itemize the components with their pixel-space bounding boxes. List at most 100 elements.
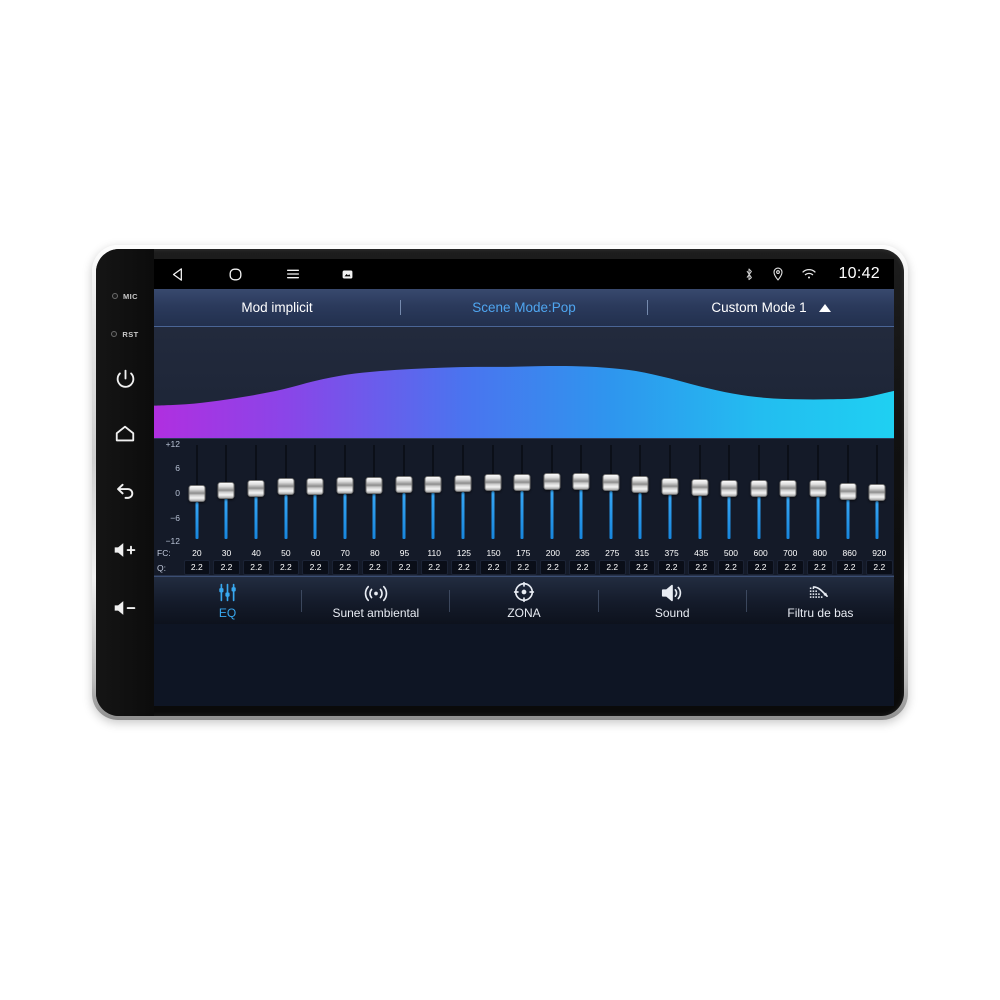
q-cell[interactable]: 2.2 <box>272 560 300 575</box>
q-cell[interactable]: 2.2 <box>598 560 626 575</box>
q-cell[interactable]: 2.2 <box>776 560 804 575</box>
back-button[interactable] <box>105 467 145 513</box>
back-icon[interactable] <box>170 266 187 283</box>
home-icon[interactable] <box>227 266 244 283</box>
rst-indicator[interactable]: RST <box>111 319 138 349</box>
eq-slider[interactable] <box>596 439 626 545</box>
slider-knob[interactable] <box>720 479 738 497</box>
eq-slider[interactable] <box>744 439 774 545</box>
slider-knob[interactable] <box>454 475 472 493</box>
eq-slider[interactable] <box>567 439 597 545</box>
fc-cell: 200 <box>545 547 560 558</box>
home-button[interactable] <box>105 411 145 457</box>
q-cell[interactable]: 2.2 <box>242 560 270 575</box>
slider-knob[interactable] <box>572 472 590 490</box>
slider-knob[interactable] <box>631 476 649 494</box>
eq-slider[interactable] <box>448 439 478 545</box>
eq-slider[interactable] <box>714 439 744 545</box>
slider-knob[interactable] <box>513 474 531 492</box>
slider-knob[interactable] <box>365 476 383 494</box>
custom-mode-button[interactable]: Custom Mode 1 <box>648 289 894 326</box>
q-cell[interactable]: 2.2 <box>183 560 211 575</box>
eq-slider[interactable] <box>862 439 892 545</box>
slider-knob[interactable] <box>306 477 324 495</box>
tab-surround-sound[interactable]: Sunet ambiental <box>302 577 449 624</box>
q-cell[interactable]: 2.2 <box>628 560 656 575</box>
tab-sound[interactable]: Sound <box>599 577 746 624</box>
slider-knob[interactable] <box>543 473 561 491</box>
slider-track-lower <box>491 491 495 539</box>
eq-slider[interactable] <box>389 439 419 545</box>
target-icon <box>513 581 535 603</box>
q-cell[interactable]: 2.2 <box>509 560 537 575</box>
slider-knob[interactable] <box>809 479 827 497</box>
slider-knob[interactable] <box>691 478 709 496</box>
scene-mode-button[interactable]: Scene Mode:Pop <box>401 289 647 326</box>
eq-slider[interactable] <box>478 439 508 545</box>
slider-knob[interactable] <box>247 479 265 497</box>
slider-knob[interactable] <box>277 478 295 496</box>
eq-slider[interactable] <box>212 439 242 545</box>
volume-down-button[interactable] <box>105 585 145 631</box>
slider-knob[interactable] <box>188 485 206 503</box>
q-cell[interactable]: 2.2 <box>717 560 745 575</box>
eq-slider[interactable] <box>774 439 804 545</box>
tab-bass-filter[interactable]: Filtru de bas <box>747 577 894 624</box>
eq-slider[interactable] <box>507 439 537 545</box>
q-cell[interactable]: 2.2 <box>539 560 567 575</box>
eq-slider[interactable] <box>241 439 271 545</box>
fc-row-label: FC: <box>157 547 171 558</box>
slider-knob[interactable] <box>602 474 620 492</box>
slider-knob[interactable] <box>750 479 768 497</box>
q-cell[interactable]: 2.2 <box>865 560 893 575</box>
fc-cell: 60 <box>310 547 321 558</box>
slider-knob[interactable] <box>839 482 856 500</box>
slider-track-lower <box>461 491 465 539</box>
slider-knob[interactable] <box>424 475 442 493</box>
slider-knob[interactable] <box>336 477 354 495</box>
slider-track-lower <box>313 494 317 539</box>
eq-slider[interactable] <box>685 439 715 545</box>
volume-up-button[interactable] <box>105 527 145 573</box>
eq-slider[interactable] <box>300 439 330 545</box>
slider-knob[interactable] <box>779 479 797 497</box>
q-cell[interactable]: 2.2 <box>658 560 685 575</box>
tab-zone[interactable]: ZONA <box>450 577 597 624</box>
q-cell[interactable]: 2.2 <box>420 560 448 575</box>
tab-eq[interactable]: EQ <box>154 577 301 624</box>
q-cell[interactable]: 2.2 <box>806 560 834 575</box>
eq-slider[interactable] <box>182 439 212 545</box>
q-cell[interactable]: 2.2 <box>331 560 359 575</box>
eq-slider[interactable] <box>419 439 449 545</box>
touchscreen: 10:42 Mod implicit Scene Mode:Pop Custom… <box>154 259 894 706</box>
eq-slider[interactable] <box>271 439 301 545</box>
q-cell[interactable]: 2.2 <box>450 560 478 575</box>
eq-slider[interactable] <box>330 439 360 545</box>
q-cell[interactable]: 2.2 <box>747 560 774 575</box>
q-cell[interactable]: 2.2 <box>836 560 863 575</box>
q-cell[interactable]: 2.2 <box>391 560 418 575</box>
slider-knob[interactable] <box>217 481 235 499</box>
q-cell[interactable]: 2.2 <box>302 560 329 575</box>
menu-icon[interactable] <box>284 266 302 282</box>
chevron-up-icon[interactable] <box>818 303 831 312</box>
eq-slider[interactable] <box>655 439 685 545</box>
eq-slider[interactable] <box>626 439 656 545</box>
eq-slider[interactable] <box>833 439 863 545</box>
slider-knob[interactable] <box>868 484 886 502</box>
slider-knob[interactable] <box>395 476 413 494</box>
q-cell[interactable]: 2.2 <box>687 560 715 575</box>
eq-slider[interactable] <box>803 439 833 545</box>
hardware-button-column: MIC RST <box>96 249 154 716</box>
power-button[interactable] <box>105 355 145 401</box>
q-cell[interactable]: 2.2 <box>569 560 596 575</box>
q-cell[interactable]: 2.2 <box>480 560 507 575</box>
eq-slider[interactable] <box>359 439 389 545</box>
q-cell[interactable]: 2.2 <box>213 560 240 575</box>
slider-knob[interactable] <box>484 474 502 492</box>
q-cell[interactable]: 2.2 <box>361 560 389 575</box>
eq-slider[interactable] <box>537 439 567 545</box>
slider-knob[interactable] <box>661 477 679 495</box>
screenshot-icon[interactable] <box>342 269 353 280</box>
default-mode-button[interactable]: Mod implicit <box>154 289 400 326</box>
